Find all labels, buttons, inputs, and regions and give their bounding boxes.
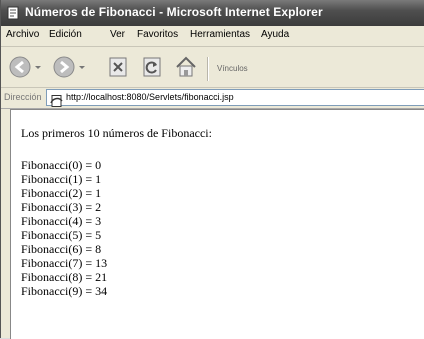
fibonacci-line: Fibonacci(5) = 5 xyxy=(21,228,102,242)
menu-edicion[interactable]: Edición xyxy=(49,29,82,40)
fibonacci-line: Fibonacci(8) = 21 xyxy=(21,270,108,284)
fibonacci-line: Fibonacci(9) = 34 xyxy=(21,284,108,298)
fibonacci-line: Fibonacci(6) = 8 xyxy=(21,242,102,256)
menu-favoritos[interactable]: Favoritos xyxy=(137,29,178,40)
page-heading: Los primeros 10 números de Fibonacci: xyxy=(21,126,212,140)
ie-page-icon xyxy=(6,5,20,20)
address-label: Dirección xyxy=(4,92,42,102)
menu-archivo[interactable]: Archivo xyxy=(6,29,39,40)
toolbar-separator xyxy=(207,57,209,81)
fibonacci-line: Fibonacci(7) = 13 xyxy=(21,256,108,270)
browser-window: Números de Fibonacci - Microsoft Interne… xyxy=(0,0,424,339)
menu-ver[interactable]: Ver xyxy=(110,29,125,40)
back-button[interactable] xyxy=(7,53,45,81)
window-title: Números de Fibonacci - Microsoft Interne… xyxy=(25,5,323,19)
back-arrow-icon xyxy=(9,56,41,78)
fibonacci-line: Fibonacci(4) = 3 xyxy=(21,214,102,228)
forward-button[interactable] xyxy=(51,53,89,81)
address-bar: Dirección http://localhost:8080/Servlets… xyxy=(1,88,424,109)
fibonacci-line: Fibonacci(0) = 0 xyxy=(21,158,102,172)
fibonacci-line: Fibonacci(2) = 1 xyxy=(21,186,102,200)
menu-herramientas[interactable]: Herramientas xyxy=(190,29,250,40)
home-button[interactable] xyxy=(173,53,199,81)
title-bar[interactable]: Números de Fibonacci - Microsoft Interne… xyxy=(1,0,424,26)
address-url[interactable]: http://localhost:8080/Servlets/fibonacci… xyxy=(66,92,234,102)
stop-icon xyxy=(109,57,127,77)
toolbar: Vínculos xyxy=(1,47,424,88)
address-input[interactable]: http://localhost:8080/Servlets/fibonacci… xyxy=(46,89,424,107)
forward-arrow-icon xyxy=(53,56,85,78)
fibonacci-line: Fibonacci(3) = 2 xyxy=(21,200,102,214)
fibonacci-line: Fibonacci(1) = 1 xyxy=(21,172,102,186)
home-icon xyxy=(176,56,196,77)
page-content: Los primeros 10 números de Fibonacci: Fi… xyxy=(10,109,424,339)
links-label[interactable]: Vínculos xyxy=(217,64,248,73)
stop-button[interactable] xyxy=(105,53,131,81)
menu-ayuda[interactable]: Ayuda xyxy=(261,29,289,40)
refresh-icon xyxy=(143,57,161,77)
refresh-button[interactable] xyxy=(139,53,165,81)
menu-bar: Archivo Edición Ver Favoritos Herramient… xyxy=(1,26,424,47)
